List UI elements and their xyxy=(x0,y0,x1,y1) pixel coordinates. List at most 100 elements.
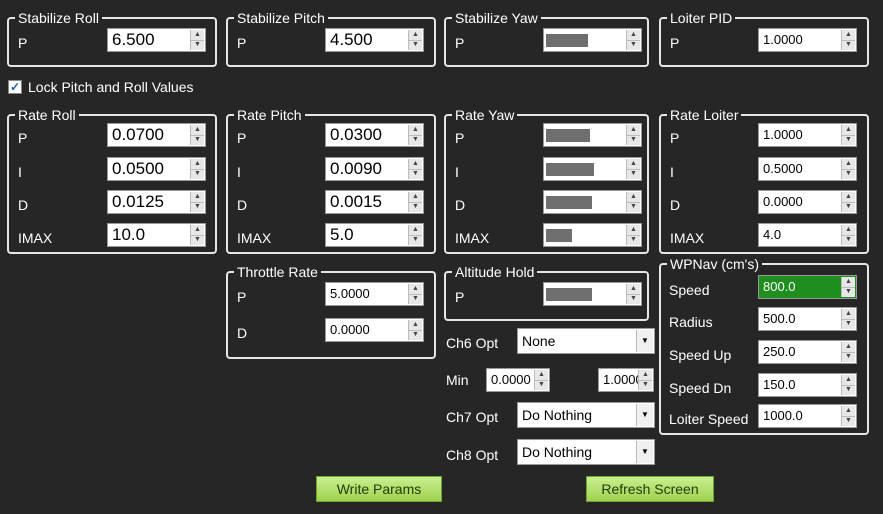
altitude-hold-p-spinner[interactable]: ▲ ▼ xyxy=(626,284,640,304)
dropdown-arrow-icon[interactable]: ▼ xyxy=(636,441,653,463)
rate-pitch-imax-spinner[interactable]: ▲ ▼ xyxy=(408,225,422,245)
write-params-button[interactable]: Write Params xyxy=(316,476,442,502)
rate-roll-imax-spinner[interactable]: ▲ ▼ xyxy=(190,225,204,245)
ch6-min-spinner[interactable]: ▲ ▼ xyxy=(534,370,548,390)
refresh-screen-button[interactable]: Refresh Screen xyxy=(586,476,714,502)
spin-down-icon[interactable]: ▼ xyxy=(627,169,640,179)
altitude-hold-p-input[interactable]: ▲ ▼ xyxy=(543,282,642,306)
spin-down-icon[interactable]: ▼ xyxy=(842,416,855,426)
rate-loiter-imax-input[interactable]: 4.0 ▲ ▼ xyxy=(758,223,857,247)
throttle-rate-p-spinner[interactable]: ▲ ▼ xyxy=(408,284,422,304)
dropdown-arrow-icon[interactable]: ▼ xyxy=(636,404,653,426)
spin-down-icon[interactable]: ▼ xyxy=(191,135,204,145)
wpnav-speed-input[interactable]: 800.0 ▲ ▼ xyxy=(758,275,857,299)
rate-yaw-imax-spinner[interactable]: ▲ ▼ xyxy=(626,225,640,245)
rate-pitch-d-input[interactable]: 0.0015 ▲ ▼ xyxy=(325,190,424,214)
spin-down-icon[interactable]: ▼ xyxy=(842,40,855,50)
rate-pitch-d-spinner[interactable]: ▲ ▼ xyxy=(408,192,422,212)
spin-down-icon[interactable]: ▼ xyxy=(842,319,855,329)
rate-roll-i-spinner[interactable]: ▲ ▼ xyxy=(190,159,204,179)
spin-down-icon[interactable]: ▼ xyxy=(191,202,204,212)
rate-roll-d-input[interactable]: 0.0125 ▲ ▼ xyxy=(107,190,206,214)
spin-down-icon[interactable]: ▼ xyxy=(842,135,855,145)
rate-roll-p-spinner[interactable]: ▲ ▼ xyxy=(190,125,204,145)
lock-pitch-roll-checkbox[interactable]: ✓ xyxy=(8,80,22,94)
stabilize-pitch-p-input[interactable]: 4.500 ▲ ▼ xyxy=(325,28,424,52)
rate-loiter-d-spinner[interactable]: ▲ ▼ xyxy=(841,192,855,212)
wpnav-speed-up-spinner[interactable]: ▲ ▼ xyxy=(841,342,855,362)
rate-yaw-d-input[interactable]: ▲ ▼ xyxy=(543,190,642,214)
spin-down-icon[interactable]: ▼ xyxy=(842,235,855,245)
wpnav-speed-spinner[interactable]: ▲ ▼ xyxy=(841,277,855,297)
spin-down-icon[interactable]: ▼ xyxy=(842,352,855,362)
spin-down-icon[interactable]: ▼ xyxy=(409,294,422,304)
spin-down-icon[interactable]: ▼ xyxy=(627,235,640,245)
rate-pitch-p-input[interactable]: 0.0300 ▲ ▼ xyxy=(325,123,424,147)
wpnav-loiter-speed-input[interactable]: 1000.0 ▲ ▼ xyxy=(758,404,857,428)
spin-down-icon[interactable]: ▼ xyxy=(409,135,422,145)
rate-pitch-i-input[interactable]: 0.0090 ▲ ▼ xyxy=(325,157,424,181)
loiter-pid-p-input[interactable]: 1.0000 ▲ ▼ xyxy=(758,28,857,52)
wpnav-radius-spinner[interactable]: ▲ ▼ xyxy=(841,309,855,329)
throttle-rate-d-spinner[interactable]: ▲ ▼ xyxy=(408,320,422,340)
rate-yaw-imax-input[interactable]: ▲ ▼ xyxy=(543,223,642,247)
spin-down-icon[interactable]: ▼ xyxy=(191,40,204,50)
spin-down-icon[interactable]: ▼ xyxy=(409,169,422,179)
stabilize-roll-p-spinner[interactable]: ▲ ▼ xyxy=(190,30,204,50)
wpnav-speed-up-input[interactable]: 250.0 ▲ ▼ xyxy=(758,340,857,364)
rate-yaw-p-input[interactable]: ▲ ▼ xyxy=(543,123,642,147)
rate-yaw-d-spinner[interactable]: ▲ ▼ xyxy=(626,192,640,212)
spin-down-icon[interactable]: ▼ xyxy=(409,330,422,340)
spin-down-icon[interactable]: ▼ xyxy=(627,202,640,212)
rate-pitch-imax-input[interactable]: 5.0 ▲ ▼ xyxy=(325,223,424,247)
rate-roll-imax-input[interactable]: 10.0 ▲ ▼ xyxy=(107,223,206,247)
throttle-rate-p-input[interactable]: 5.0000 ▲ ▼ xyxy=(325,282,424,306)
rate-loiter-p-spinner[interactable]: ▲ ▼ xyxy=(841,125,855,145)
rate-loiter-i-input[interactable]: 0.5000 ▲ ▼ xyxy=(758,157,857,181)
rate-roll-i-input[interactable]: 0.0500 ▲ ▼ xyxy=(107,157,206,181)
spin-down-icon[interactable]: ▼ xyxy=(639,380,652,390)
wpnav-radius-input[interactable]: 500.0 ▲ ▼ xyxy=(758,307,857,331)
rate-roll-p-input[interactable]: 0.0700 ▲ ▼ xyxy=(107,123,206,147)
spin-down-icon[interactable]: ▼ xyxy=(409,202,422,212)
spin-down-icon[interactable]: ▼ xyxy=(535,380,548,390)
spin-down-icon[interactable]: ▼ xyxy=(627,135,640,145)
spin-down-icon[interactable]: ▼ xyxy=(409,40,422,50)
rate-yaw-p-spinner[interactable]: ▲ ▼ xyxy=(626,125,640,145)
spin-down-icon[interactable]: ▼ xyxy=(627,40,640,50)
loiter-pid-p-spinner[interactable]: ▲ ▼ xyxy=(841,30,855,50)
ch6-min-input[interactable]: 0.0000 ▲ ▼ xyxy=(486,368,550,392)
rate-yaw-i-input[interactable]: ▲ ▼ xyxy=(543,157,642,181)
rate-loiter-d-input[interactable]: 0.0000 ▲ ▼ xyxy=(758,190,857,214)
spin-down-icon[interactable]: ▼ xyxy=(842,169,855,179)
stabilize-yaw-p-input[interactable]: ▲ ▼ xyxy=(543,28,642,52)
throttle-rate-d-input[interactable]: 0.0000 ▲ ▼ xyxy=(325,318,424,342)
ch8-opt-select[interactable]: Do Nothing ▼ xyxy=(517,439,655,465)
dropdown-arrow-icon[interactable]: ▼ xyxy=(636,330,653,352)
rate-yaw-i-spinner[interactable]: ▲ ▼ xyxy=(626,159,640,179)
rate-pitch-p-spinner[interactable]: ▲ ▼ xyxy=(408,125,422,145)
spin-down-icon[interactable]: ▼ xyxy=(842,385,855,395)
spin-down-icon[interactable]: ▼ xyxy=(627,294,640,304)
stabilize-yaw-p-spinner[interactable]: ▲ ▼ xyxy=(626,30,640,50)
wpnav-speed-dn-input[interactable]: 150.0 ▲ ▼ xyxy=(758,373,857,397)
ch7-opt-select[interactable]: Do Nothing ▼ xyxy=(517,402,655,428)
stabilize-pitch-p-spinner[interactable]: ▲ ▼ xyxy=(408,30,422,50)
ch6-opt-select[interactable]: None ▼ xyxy=(517,328,655,354)
rate-roll-d-spinner[interactable]: ▲ ▼ xyxy=(190,192,204,212)
rate-loiter-i-spinner[interactable]: ▲ ▼ xyxy=(841,159,855,179)
stabilize-roll-p-input[interactable]: 6.500 ▲ ▼ xyxy=(107,28,206,52)
spin-down-icon[interactable]: ▼ xyxy=(842,202,855,212)
rate-loiter-imax-spinner[interactable]: ▲ ▼ xyxy=(841,225,855,245)
wpnav-speed-dn-spinner[interactable]: ▲ ▼ xyxy=(841,375,855,395)
rate-loiter-p-input[interactable]: 1.0000 ▲ ▼ xyxy=(758,123,857,147)
ch6-max-spinner[interactable]: ▲ ▼ xyxy=(638,370,652,390)
rate-loiter-i-label: I xyxy=(670,164,674,180)
wpnav-loiter-speed-spinner[interactable]: ▲ ▼ xyxy=(841,406,855,426)
spin-down-icon[interactable]: ▼ xyxy=(191,169,204,179)
spin-down-icon[interactable]: ▼ xyxy=(842,287,855,297)
ch6-max-input[interactable]: 1.0000 ▲ ▼ xyxy=(598,368,654,392)
rate-pitch-i-spinner[interactable]: ▲ ▼ xyxy=(408,159,422,179)
spin-down-icon[interactable]: ▼ xyxy=(409,235,422,245)
spin-down-icon[interactable]: ▼ xyxy=(191,235,204,245)
